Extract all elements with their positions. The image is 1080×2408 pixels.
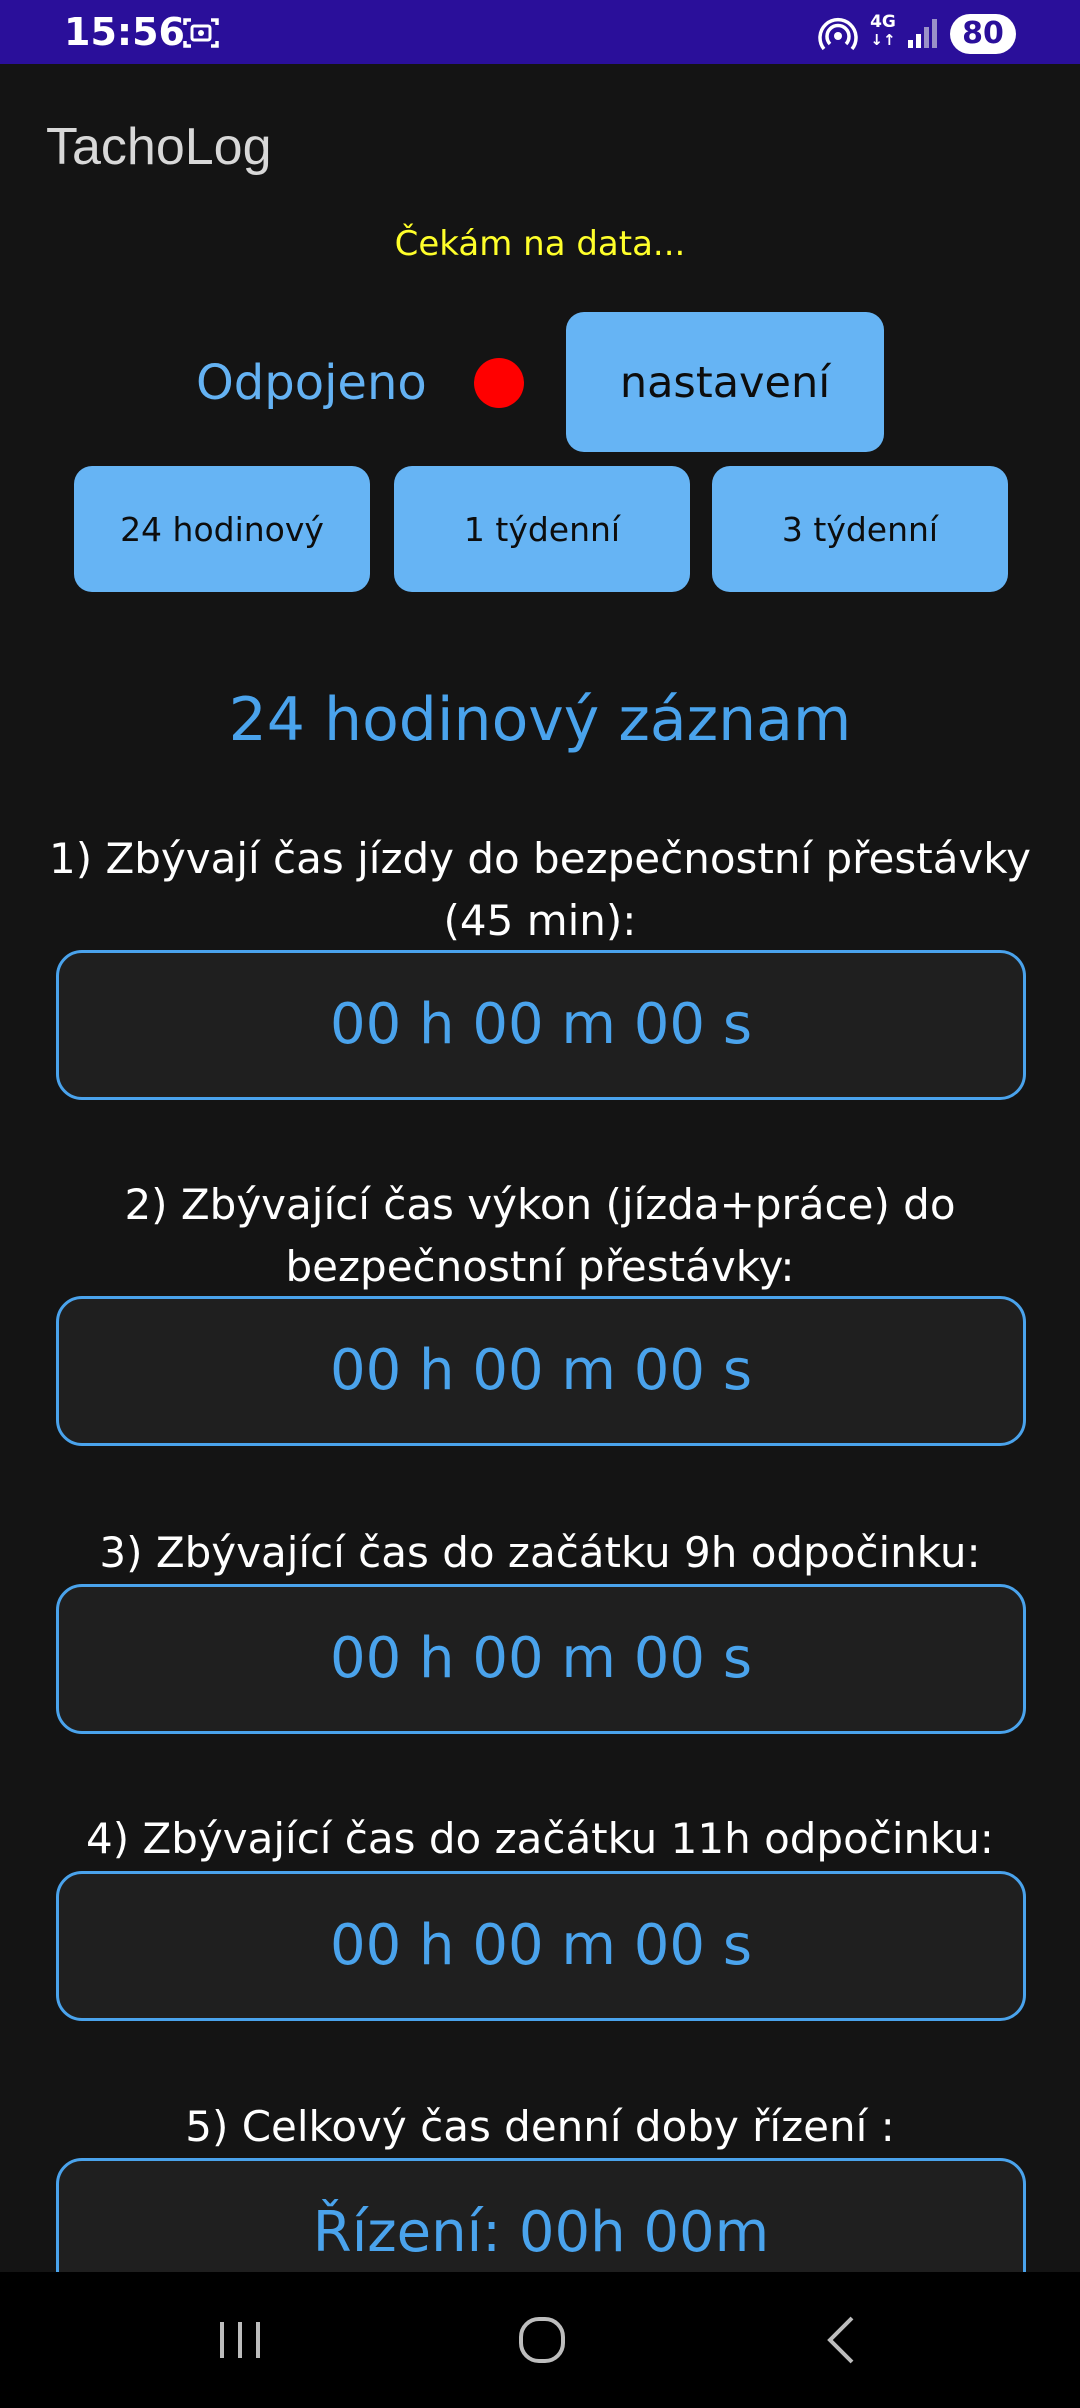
- item-1-value: 00 h 00 m 00 s: [56, 950, 1026, 1100]
- hotspot-icon: [818, 18, 858, 51]
- network-arrows: ↓↑: [870, 31, 896, 49]
- connection-status: Odpojeno: [196, 355, 427, 411]
- item-3-value: 00 h 00 m 00 s: [56, 1584, 1026, 1734]
- navigation-bar: [0, 2272, 1080, 2408]
- screenshot-icon: [183, 18, 219, 48]
- app-title: TachoLog: [46, 118, 272, 176]
- settings-button[interactable]: nastavení: [566, 312, 884, 452]
- back-icon[interactable]: [814, 2310, 874, 2370]
- connection-indicator-dot: [474, 358, 524, 408]
- home-icon[interactable]: [512, 2310, 572, 2370]
- waiting-status-text: Čekám na data...: [394, 224, 686, 264]
- item-5-label: 5) Celkový čas denní doby řízení :: [185, 2102, 895, 2151]
- signal-icon: [908, 19, 937, 48]
- item-4-value: 00 h 00 m 00 s: [56, 1871, 1026, 2021]
- status-time: 15:56: [64, 10, 185, 54]
- item-4-label: 4) Zbývající čas do začátku 11h odpočink…: [86, 1814, 994, 1863]
- recent-apps-icon[interactable]: [210, 2310, 270, 2370]
- network-label: 4G: [870, 12, 896, 32]
- status-bar: 15:56 4G ↓↑ 80: [0, 0, 1080, 64]
- mode-24h-button[interactable]: 24 hodinový: [74, 466, 370, 592]
- network-type: 4G ↓↑: [866, 12, 900, 50]
- item-2-value: 00 h 00 m 00 s: [56, 1296, 1026, 1446]
- item-3-label: 3) Zbývající čas do začátku 9h odpočinku…: [99, 1528, 981, 1577]
- item-2-label: 2) Zbývající čas výkon (jízda+práce) do …: [124, 1180, 956, 1291]
- section-title: 24 hodinový záznam: [228, 685, 852, 755]
- item-1-label: 1) Zbývají čas jízdy do bezpečnostní pře…: [49, 834, 1031, 945]
- battery-indicator: 80: [950, 14, 1016, 54]
- mode-3-week-button[interactable]: 3 týdenní: [712, 466, 1008, 592]
- mode-1-week-button[interactable]: 1 týdenní: [394, 466, 690, 592]
